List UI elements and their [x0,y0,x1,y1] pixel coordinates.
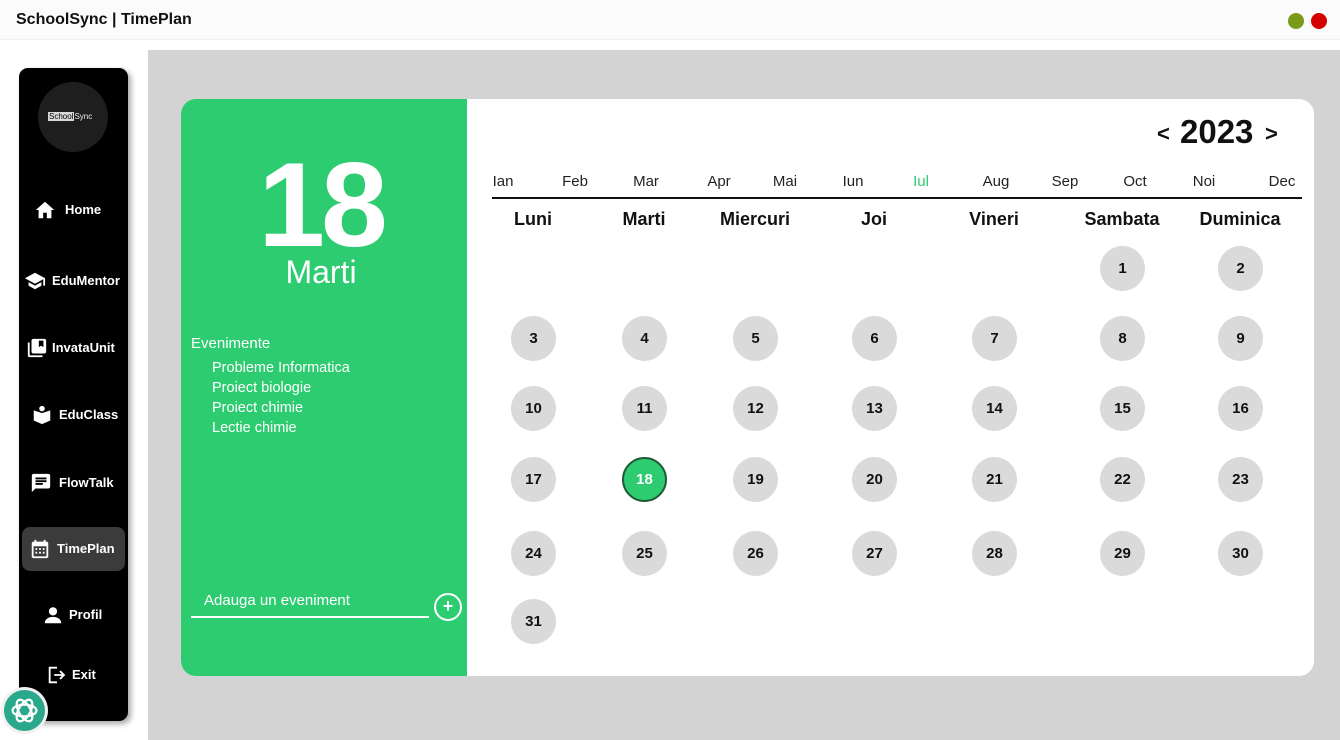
sidebar-item-edumentor[interactable]: EduMentor [22,259,125,303]
date-cell[interactable]: 31 [511,599,556,644]
previous-year-button[interactable]: < [1157,121,1170,147]
sidebar-item-label: FlowTalk [59,475,114,490]
date-cell[interactable]: 26 [733,531,778,576]
month-ian[interactable]: Ian [493,173,514,190]
window-title: SchoolSync | TimePlan [16,11,192,28]
events-title: Evenimente [191,335,271,352]
year-label: 2023 [1180,113,1254,150]
month-dec[interactable]: Dec [1269,173,1296,190]
date-cell[interactable]: 11 [622,386,667,431]
assistant-button[interactable] [4,690,45,731]
date-cell[interactable]: 5 [733,316,778,361]
date-cell[interactable]: 9 [1218,316,1263,361]
weekday-sambata: Sambata [1084,209,1160,229]
sidebar-item-label: EduMentor [52,273,120,288]
events-list: Probleme Informatica Proiect biologie Pr… [212,358,350,438]
date-cell[interactable]: 22 [1100,457,1145,502]
date-cell[interactable]: 19 [733,457,778,502]
month-sep[interactable]: Sep [1052,173,1079,190]
sidebar-item-label: TimePlan [57,541,115,556]
month-iul[interactable]: Iul [913,173,929,190]
weekday-luni: Luni [514,209,552,229]
weekday-marti: Marti [622,209,666,229]
date-cell[interactable]: 2 [1218,246,1263,291]
sidebar-item-flowtalk[interactable]: FlowTalk [22,461,125,505]
event-item[interactable]: Proiect chimie [212,398,350,418]
date-cell[interactable]: 4 [622,316,667,361]
month-feb[interactable]: Feb [562,173,588,190]
event-item[interactable]: Proiect biologie [212,378,350,398]
app-logo: SchoolSync [38,82,108,152]
sidebar-item-label: InvataUnit [52,340,115,355]
month-mai[interactable]: Mai [773,173,797,190]
date-cell[interactable]: 6 [852,316,897,361]
sidebar: SchoolSync Home EduMentor InvataUnit Edu… [19,68,128,721]
weekday-duminica: Duminica [1199,209,1281,229]
month-apr[interactable]: Apr [707,173,730,190]
logo-text-sync: Sync [74,112,93,121]
sidebar-item-label: EduClass [59,407,119,422]
month-aug[interactable]: Aug [983,173,1010,190]
month-selector: Ian Feb Mar Apr Mai Iun Iul Aug Sep Oct Noi Dec [492,171,1302,199]
event-item[interactable]: Probleme Informatica [212,358,350,378]
minimize-button[interactable] [1288,13,1304,29]
home-icon [35,201,55,219]
logo-text-school: School [48,112,75,121]
weekday-miercuri: Miercuri [719,209,791,229]
date-cell[interactable]: 14 [972,386,1017,431]
graduation-cap-icon [24,272,46,290]
weekday-vineri: Vineri [969,209,1019,229]
openai-icon [11,698,38,723]
sidebar-item-timeplan[interactable]: TimePlan [22,527,125,571]
weekday-joi: Joi [860,209,888,229]
add-event-input[interactable]: Adauga un eveniment [191,590,429,618]
date-cell[interactable]: 8 [1100,316,1145,361]
date-cell[interactable]: 16 [1218,386,1263,431]
sidebar-item-profil[interactable]: Profil [22,593,125,637]
date-cell[interactable]: 25 [622,531,667,576]
date-cell[interactable]: 20 [852,457,897,502]
date-cell[interactable]: 12 [733,386,778,431]
sidebar-item-label: Profil [69,607,103,622]
user-icon [44,607,62,624]
reader-icon [33,405,51,425]
sidebar-item-label: Home [65,202,102,217]
date-cell[interactable]: 7 [972,316,1017,361]
event-item[interactable]: Lectie chimie [212,418,350,438]
date-cell[interactable]: 29 [1100,531,1145,576]
date-cell[interactable]: 21 [972,457,1017,502]
date-cell[interactable]: 15 [1100,386,1145,431]
sidebar-item-label: Exit [72,667,96,682]
date-cell[interactable]: 3 [511,316,556,361]
calendar-card: 18 Marti Evenimente Probleme Informatica… [181,99,1314,676]
date-cell[interactable]: 13 [852,386,897,431]
sidebar-item-invataunit[interactable]: InvataUnit [22,326,125,370]
date-cell[interactable]: 30 [1218,531,1263,576]
close-button[interactable] [1311,13,1327,29]
month-mar[interactable]: Mar [633,173,659,190]
month-iun[interactable]: Iun [843,173,864,190]
date-cell[interactable]: 18 [622,457,667,502]
sidebar-item-educlass[interactable]: EduClass [22,393,125,437]
selected-weekday: Marti [285,254,357,290]
date-cell[interactable]: 23 [1218,457,1263,502]
date-cell[interactable]: 24 [511,531,556,576]
date-cell[interactable]: 1 [1100,246,1145,291]
chat-icon [31,473,51,493]
date-cell[interactable]: 27 [852,531,897,576]
month-oct[interactable]: Oct [1123,173,1146,190]
add-event-button[interactable]: + [434,593,462,621]
calendar-icon [31,539,49,559]
selected-day-panel: 18 Marti Evenimente Probleme Informatica… [181,99,467,676]
date-cell[interactable]: 10 [511,386,556,431]
sidebar-item-home[interactable]: Home [22,188,125,232]
logout-icon [48,666,66,684]
book-icon [27,338,47,358]
date-cell[interactable]: 28 [972,531,1017,576]
next-year-button[interactable]: > [1265,121,1278,147]
title-bar: SchoolSync | TimePlan [0,0,1340,40]
month-noi[interactable]: Noi [1193,173,1216,190]
selected-day-number: 18 [258,138,387,272]
date-cell[interactable]: 17 [511,457,556,502]
